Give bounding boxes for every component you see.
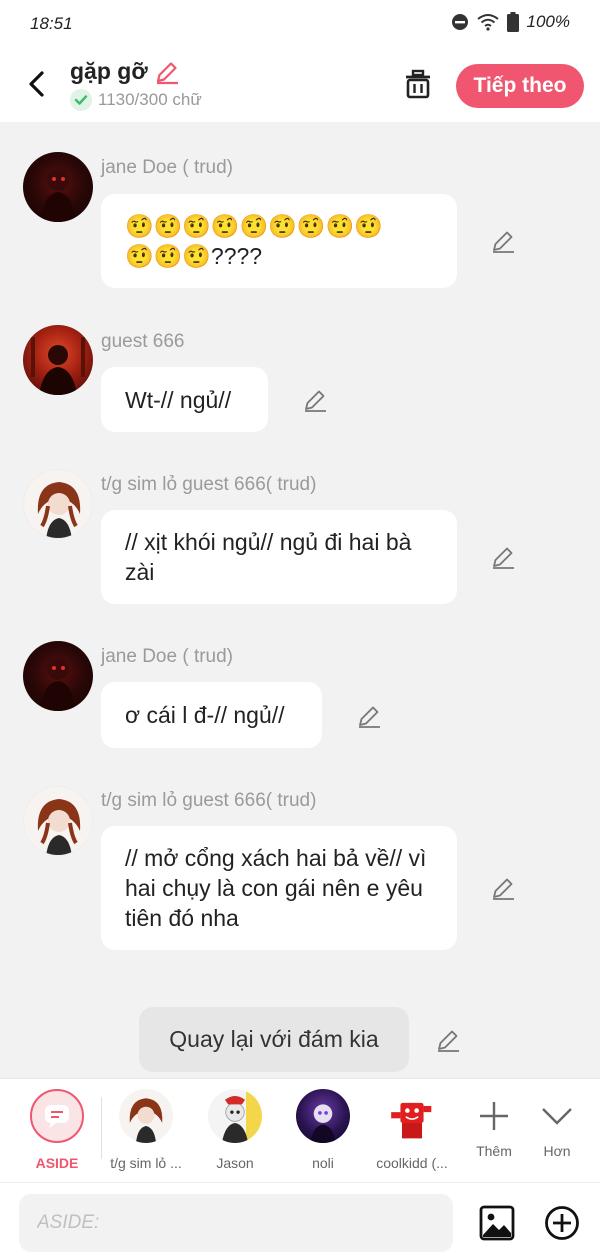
- battery-percent: 100%: [526, 12, 570, 31]
- back-button[interactable]: [20, 68, 52, 100]
- character-label: coolkidd (...: [376, 1155, 448, 1171]
- status-time: 18:51: [30, 14, 73, 33]
- chevron-left-icon: [29, 71, 44, 97]
- edit-icon[interactable]: [490, 544, 516, 570]
- avatar[interactable]: [23, 641, 93, 711]
- avatar: [385, 1089, 439, 1143]
- plus-icon: [480, 1102, 508, 1130]
- avatar[interactable]: [23, 469, 93, 539]
- pencil-icon[interactable]: [154, 59, 180, 85]
- dnd-icon: [451, 14, 468, 30]
- avatar: [119, 1089, 173, 1143]
- sender-name: guest 666: [101, 331, 185, 352]
- sender-name: t/g sim lỏ guest 666( trud): [101, 474, 317, 495]
- message-bubble[interactable]: ơ cái l đ-// ngủ//: [101, 682, 322, 748]
- aside-message-bubble[interactable]: Quay lại với đám kia: [139, 1007, 409, 1072]
- composer: [0, 1182, 600, 1254]
- image-button[interactable]: [479, 1205, 515, 1241]
- title-text: gặp gỡ: [70, 58, 148, 84]
- character-aside[interactable]: ASIDE: [12, 1089, 102, 1171]
- character-label: noli: [312, 1155, 334, 1171]
- character-item[interactable]: noli: [278, 1089, 368, 1171]
- delete-button[interactable]: [400, 66, 436, 102]
- message-text: // mở cổng xách hai bả về// vì hai chụy …: [125, 845, 427, 931]
- edit-icon[interactable]: [490, 228, 516, 254]
- chat-bubble-icon: [45, 1105, 69, 1128]
- chevron-down-icon: [542, 1108, 572, 1125]
- character-selector: ASIDE t/g sim lỏ ... Jason noli coolkidd…: [0, 1078, 600, 1182]
- avatar: [296, 1089, 350, 1143]
- character-label: ASIDE: [35, 1155, 79, 1171]
- edit-icon[interactable]: [490, 875, 516, 901]
- app-header: gặp gỡ 1130/300 chữ Tiếp theo: [0, 50, 600, 122]
- message-bubble[interactable]: 🤨🤨🤨🤨🤨🤨🤨🤨🤨 🤨🤨🤨????: [101, 194, 457, 288]
- sender-name: t/g sim lỏ guest 666( trud): [101, 790, 317, 811]
- battery-icon: [506, 12, 519, 32]
- avatar[interactable]: [23, 325, 93, 395]
- message-text: Wt-// ngủ//: [125, 386, 232, 413]
- avatar[interactable]: [23, 152, 93, 222]
- message-text: // xịt khói ngủ// ngủ đi hai bà zài: [125, 529, 412, 585]
- message-text: 🤨🤨🤨🤨🤨🤨🤨🤨🤨 🤨🤨🤨????: [125, 213, 383, 269]
- message-bubble[interactable]: // xịt khói ngủ// ngủ đi hai bà zài: [101, 510, 457, 604]
- character-item[interactable]: Jason: [190, 1089, 280, 1171]
- sender-name: jane Doe ( trud): [101, 157, 234, 178]
- word-count-text: 1130/300 chữ: [98, 90, 202, 109]
- sender-name: jane Doe ( trud): [101, 646, 234, 667]
- avatar: [208, 1089, 262, 1143]
- edit-icon[interactable]: [356, 703, 382, 729]
- character-label: Jason: [216, 1155, 254, 1171]
- plus-circle-icon: [545, 1206, 579, 1240]
- aside-message-text: Quay lại với đám kia: [169, 1026, 379, 1052]
- message-input[interactable]: [19, 1194, 453, 1252]
- trash-icon: [406, 69, 430, 99]
- character-item[interactable]: t/g sim lỏ ...: [101, 1089, 191, 1171]
- edit-icon[interactable]: [435, 1027, 461, 1053]
- check-icon: [70, 89, 92, 111]
- next-button[interactable]: Tiếp theo: [456, 64, 584, 108]
- edit-icon[interactable]: [302, 387, 328, 413]
- aside-avatar: [30, 1089, 84, 1143]
- wifi-icon: [476, 14, 499, 31]
- word-count: 1130/300 chữ: [70, 89, 202, 111]
- more-button[interactable]: Hơn: [512, 1089, 600, 1159]
- status-bar: 18:51 100%: [0, 0, 600, 50]
- page-title[interactable]: gặp gỡ: [70, 58, 202, 85]
- message-bubble[interactable]: // mở cổng xách hai bả về// vì hai chụy …: [101, 826, 457, 950]
- add-button[interactable]: [544, 1205, 580, 1241]
- message-text: ơ cái l đ-// ngủ//: [125, 702, 285, 728]
- avatar[interactable]: [23, 786, 93, 856]
- more-label: Hơn: [543, 1143, 571, 1159]
- image-icon: [479, 1205, 515, 1241]
- message-bubble[interactable]: Wt-// ngủ//: [101, 367, 268, 432]
- character-item[interactable]: coolkidd (...: [367, 1089, 457, 1171]
- character-label: t/g sim lỏ ...: [110, 1155, 182, 1171]
